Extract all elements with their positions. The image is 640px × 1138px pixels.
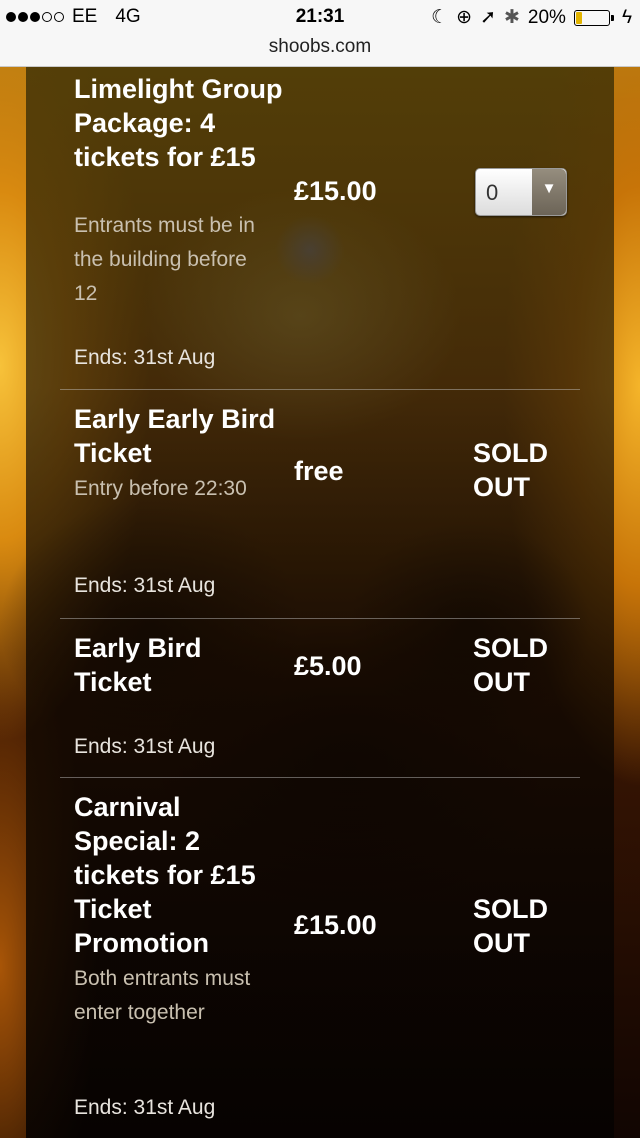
ticket-name: Limelight Group Package: 4 tickets for £… — [74, 74, 283, 172]
moon-icon: ☾ — [431, 7, 449, 28]
quantity-select[interactable]: 0 ▼ — [475, 168, 567, 216]
ticket-row: Early Bird Ticket £5.00 SOLD OUT Ends: 3… — [60, 619, 580, 778]
ticket-description: Entrants must be in the building before … — [74, 214, 255, 305]
status-bar: EE 4G 21:31 ☾ ⊕ ➚ ✱ 20% ϟ shoobs.com — [0, 0, 640, 67]
location-arrow-icon: ➚ — [480, 7, 496, 28]
ticket-price: £5.00 — [294, 651, 362, 681]
rotation-lock-icon: ⊕ — [456, 7, 473, 28]
ticket-name: Early Early Bird Ticket — [74, 404, 276, 468]
ticket-end-date: Ends: 31st Aug — [74, 574, 216, 597]
ticket-row: Early Early Bird Ticket Entry before 22:… — [60, 390, 580, 619]
battery-icon — [573, 9, 614, 26]
ticket-price: £15.00 — [294, 176, 377, 206]
address-bar[interactable]: shoobs.com — [0, 36, 640, 58]
ticket-end-date: Ends: 31st Aug — [74, 1096, 216, 1119]
ticket-price: £15.00 — [294, 910, 377, 940]
sold-out-label: SOLD OUT — [473, 438, 549, 502]
chevron-down-icon[interactable]: ▼ — [532, 169, 566, 215]
sold-out-label: SOLD OUT — [473, 633, 549, 697]
ticket-name: Carnival Special: 2 tickets for £15 Tick… — [74, 792, 256, 958]
ticket-description: Entry before 22:30 — [74, 477, 247, 500]
sold-out-label: SOLD OUT — [473, 894, 549, 958]
ticket-price: free — [294, 456, 344, 486]
ticket-row: Carnival Special: 2 tickets for £15 Tick… — [60, 778, 580, 1138]
bluetooth-icon: ✱ — [503, 7, 520, 28]
quantity-value: 0 — [486, 180, 499, 205]
ticket-description: Both entrants must enter together — [74, 967, 251, 1024]
ticket-name: Early Bird Ticket — [74, 633, 202, 697]
charging-bolt-icon: ϟ — [621, 6, 632, 28]
ticket-panel: Limelight Group Package: 4 tickets for £… — [26, 66, 614, 1138]
ticket-end-date: Ends: 31st Aug — [74, 735, 216, 758]
battery-percent: 20% — [527, 6, 566, 28]
ticket-end-date: Ends: 31st Aug — [74, 346, 216, 369]
ticket-row: Limelight Group Package: 4 tickets for £… — [60, 66, 580, 390]
